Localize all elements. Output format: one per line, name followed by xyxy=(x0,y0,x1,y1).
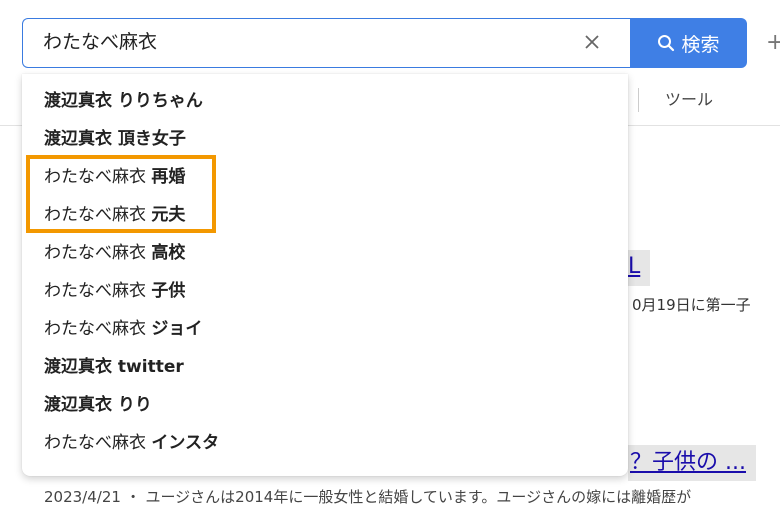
suggestion-prefix: わたなべ麻衣 xyxy=(44,205,152,225)
suggestion-item[interactable]: 渡辺真衣 twitter xyxy=(22,348,628,386)
suggestion-list: 渡辺真衣 りりちゃん 渡辺真衣 頂き女子 わたなべ麻衣 再婚 わたなべ麻衣 元夫… xyxy=(22,74,628,462)
suggestion-prefix: わたなべ麻衣 xyxy=(44,243,152,263)
close-icon[interactable] xyxy=(581,31,603,53)
suggestion-term: 子供 xyxy=(151,281,186,301)
suggestion-item[interactable]: わたなべ麻衣 インスタ xyxy=(22,424,628,462)
suggestion-item[interactable]: わたなべ麻衣 子供 xyxy=(22,272,628,310)
suggestion-term: 渡辺真衣 頂き女子 xyxy=(44,129,186,149)
plus-icon[interactable]: + xyxy=(766,28,780,58)
suggestion-item[interactable]: わたなべ麻衣 元夫 xyxy=(22,196,628,234)
suggestion-item[interactable]: わたなべ麻衣 再婚 xyxy=(22,158,628,196)
suggestion-item[interactable]: 渡辺真衣 りり xyxy=(22,386,628,424)
suggestion-item[interactable]: 渡辺真衣 りりちゃん xyxy=(22,82,628,120)
search-input[interactable]: わたなべ麻衣 xyxy=(43,19,157,66)
suggestion-term: 元夫 xyxy=(151,205,186,225)
result-snippet-fragment: 0月19日に第一子 xyxy=(632,296,751,314)
suggestion-prefix: わたなべ麻衣 xyxy=(44,281,152,301)
suggestion-term: 高校 xyxy=(151,243,186,263)
search-icon xyxy=(657,34,675,52)
suggestion-prefix: わたなべ麻衣 xyxy=(44,319,152,339)
suggestion-item[interactable]: わたなべ麻衣 高校 xyxy=(22,234,628,272)
suggestion-term: 渡辺真衣 りり xyxy=(44,395,152,415)
suggestion-term: 再婚 xyxy=(151,167,186,187)
result-title-fragment-2[interactable]: ？子供の ... xyxy=(628,445,756,481)
search-button-label: 検索 xyxy=(681,33,720,56)
suggestion-term: 渡辺真衣 りりちゃん xyxy=(44,91,203,111)
tools-link[interactable]: ツール xyxy=(665,88,713,112)
suggestion-prefix: わたなべ麻衣 xyxy=(44,167,152,187)
suggestion-term: 渡辺真衣 twitter xyxy=(44,357,184,377)
result-title-fragment[interactable]: L xyxy=(628,250,650,286)
search-button[interactable]: 検索 xyxy=(630,18,747,68)
suggestion-term: インスタ xyxy=(151,433,220,453)
suggestion-item[interactable]: わたなべ麻衣 ジョイ xyxy=(22,310,628,348)
search-box[interactable]: わたなべ麻衣 xyxy=(22,18,630,68)
suggestion-dropdown: 渡辺真衣 りりちゃん 渡辺真衣 頂き女子 わたなべ麻衣 再婚 わたなべ麻衣 元夫… xyxy=(22,74,628,476)
suggestion-prefix: わたなべ麻衣 xyxy=(44,433,152,453)
suggestion-term: ジョイ xyxy=(151,319,203,339)
result-snippet-2: 2023/4/21 ・ ユージさんは2014年に一般女性と結婚しています。ユージ… xyxy=(44,488,692,506)
suggestion-item[interactable]: 渡辺真衣 頂き女子 xyxy=(22,120,628,158)
toolbar-separator xyxy=(638,88,639,112)
